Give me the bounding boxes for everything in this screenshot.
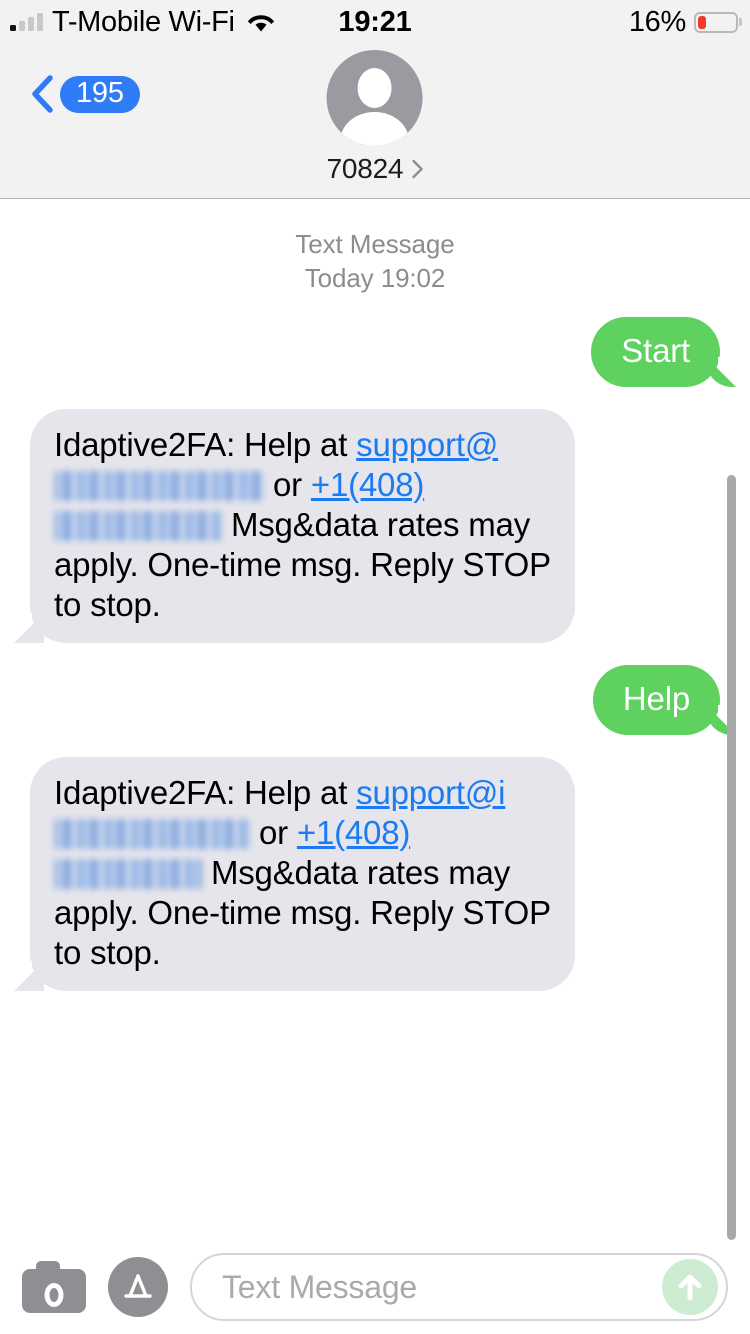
conversation-list[interactable]: Text Message Today 19:02 Start Idaptive2… bbox=[0, 200, 750, 1240]
message-bubble-incoming[interactable]: Idaptive2FA: Help at support@i or +1(408… bbox=[10, 757, 575, 991]
message-text: Idaptive2FA: Help at support@ or +1(408)… bbox=[54, 426, 551, 623]
contact-name-row: 70824 bbox=[327, 153, 424, 185]
contact-name: 70824 bbox=[326, 153, 404, 184]
back-button[interactable]: 195 bbox=[30, 74, 140, 114]
message-row: Idaptive2FA: Help at support@ or +1(408)… bbox=[0, 409, 750, 643]
avatar bbox=[327, 50, 423, 146]
message-lead-text: Idaptive2FA: Help at bbox=[54, 774, 357, 811]
unread-count-badge: 195 bbox=[60, 75, 140, 113]
support-phone-link[interactable]: +1(408) bbox=[311, 466, 424, 503]
message-bubble-incoming[interactable]: Idaptive2FA: Help at support@ or +1(408)… bbox=[10, 409, 575, 643]
status-bar-right: 16% bbox=[628, 0, 742, 44]
chevron-right-icon bbox=[411, 159, 423, 179]
battery-icon bbox=[694, 11, 742, 33]
conversation-timestamp: Today 19:02 bbox=[304, 263, 446, 293]
vertical-scrollbar[interactable] bbox=[727, 475, 736, 1240]
messages-screen: T-Mobile Wi-Fi 19:21 16% 195 70824 Text … bbox=[0, 0, 750, 1334]
support-email-link[interactable]: support@i bbox=[356, 774, 505, 811]
redacted-email-block bbox=[54, 471, 264, 501]
app-store-glyph bbox=[120, 1270, 156, 1304]
navigation-bar: 195 70824 bbox=[0, 44, 750, 199]
battery-percent-label: 16% bbox=[628, 5, 686, 38]
send-button[interactable] bbox=[662, 1259, 718, 1315]
redacted-phone-block bbox=[54, 859, 202, 889]
support-email-link[interactable]: support@ bbox=[356, 426, 498, 463]
message-bubble-outgoing[interactable]: Start bbox=[591, 317, 740, 387]
send-arrow-up-icon bbox=[675, 1271, 705, 1303]
contact-header[interactable]: 70824 bbox=[327, 50, 424, 185]
status-bar: T-Mobile Wi-Fi 19:21 16% bbox=[0, 0, 750, 44]
message-between-text: or bbox=[250, 814, 297, 851]
message-placeholder: Text Message bbox=[222, 1268, 418, 1305]
message-text: Idaptive2FA: Help at support@i or +1(408… bbox=[54, 774, 551, 971]
message-lead-text: Idaptive2FA: Help at bbox=[54, 426, 357, 463]
message-input-bar: Text Message bbox=[0, 1240, 750, 1334]
message-row: Help bbox=[0, 665, 750, 735]
conversation-meta: Text Message Today 19:02 bbox=[0, 227, 750, 295]
message-text: Help bbox=[622, 680, 690, 717]
message-between-text: or bbox=[264, 466, 311, 503]
camera-icon[interactable] bbox=[22, 1261, 86, 1313]
message-text: Start bbox=[621, 332, 690, 369]
redacted-phone-block bbox=[54, 511, 222, 541]
service-label: Text Message bbox=[295, 229, 455, 259]
message-text-field[interactable]: Text Message bbox=[190, 1253, 728, 1321]
message-row: Start bbox=[0, 317, 750, 387]
redacted-email-block bbox=[54, 819, 250, 849]
chevron-left-icon bbox=[30, 74, 54, 114]
message-row: Idaptive2FA: Help at support@i or +1(408… bbox=[0, 757, 750, 991]
support-phone-link[interactable]: +1(408) bbox=[297, 814, 410, 851]
message-bubble-outgoing[interactable]: Help bbox=[592, 665, 741, 735]
app-store-icon[interactable] bbox=[108, 1257, 168, 1317]
